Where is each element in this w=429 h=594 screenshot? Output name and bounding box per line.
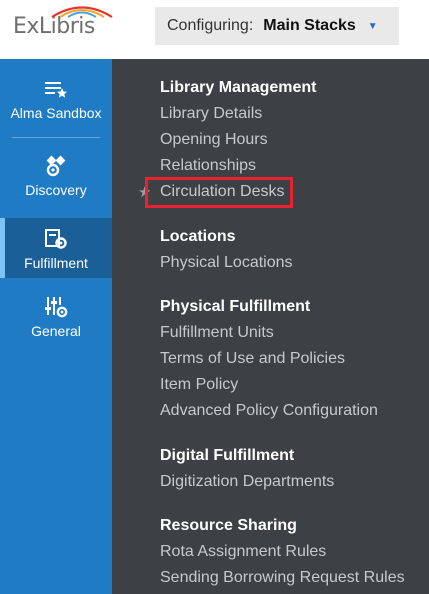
sidebar-item-label: Alma Sandbox	[10, 105, 102, 121]
menu-item-relationships[interactable]: Relationships	[160, 157, 256, 175]
section-title-resource-sharing: Resource Sharing	[160, 517, 297, 534]
highlight-box	[145, 177, 293, 208]
menu-item-rota-assignment-rules[interactable]: Rota Assignment Rules	[160, 543, 326, 561]
menu-item-library-details[interactable]: Library Details	[160, 105, 262, 123]
configuring-value: Main Stacks	[263, 17, 356, 34]
sliders-gear-icon	[45, 297, 68, 318]
menu-item-advanced-policy-configuration[interactable]: Advanced Policy Configuration	[160, 402, 378, 420]
section-title-library-management: Library Management	[160, 79, 317, 96]
gear-document-icon	[45, 229, 67, 249]
exlibris-logo[interactable]: ExLibris	[13, 6, 113, 39]
sidebar-divider	[12, 137, 100, 138]
logo-arc-icon	[51, 6, 113, 18]
caret-down-icon: ▼	[367, 20, 378, 32]
top-header: ExLibris Configuring: Main Stacks ▼	[0, 0, 429, 59]
section-title-locations: Locations	[160, 228, 236, 245]
menu-item-physical-locations[interactable]: Physical Locations	[160, 254, 293, 272]
menu-item-sending-borrowing-request-rules[interactable]: Sending Borrowing Request Rules	[160, 569, 405, 587]
sidebar: Alma Sandbox Discovery Fulfillment Gener…	[0, 59, 112, 594]
configuring-label: Configuring:	[167, 17, 254, 34]
menu-item-fulfillment-units[interactable]: Fulfillment Units	[160, 324, 274, 342]
list-star-icon	[45, 82, 67, 98]
sidebar-item-alma-sandbox[interactable]: Alma Sandbox	[0, 77, 112, 121]
configuring-selector[interactable]: Configuring: Main Stacks ▼	[155, 7, 399, 45]
sidebar-item-general[interactable]: General	[0, 295, 112, 339]
sidebar-item-label: General	[31, 323, 81, 339]
section-title-physical-fulfillment: Physical Fulfillment	[160, 298, 311, 315]
menu-item-item-policy[interactable]: Item Policy	[160, 376, 238, 394]
sidebar-item-discovery[interactable]: Discovery	[0, 154, 112, 198]
section-title-digital-fulfillment: Digital Fulfillment	[160, 447, 295, 464]
configuration-menu: Library Management Library Details Openi…	[112, 59, 429, 594]
sidebar-item-label: Discovery	[25, 182, 87, 198]
sidebar-item-fulfillment[interactable]: Fulfillment	[0, 218, 112, 278]
satellite-gear-icon	[46, 155, 66, 177]
sidebar-item-label: Fulfillment	[24, 255, 88, 271]
menu-item-opening-hours[interactable]: Opening Hours	[160, 131, 268, 149]
menu-item-terms-of-use[interactable]: Terms of Use and Policies	[160, 350, 345, 368]
menu-item-digitization-departments[interactable]: Digitization Departments	[160, 473, 334, 491]
